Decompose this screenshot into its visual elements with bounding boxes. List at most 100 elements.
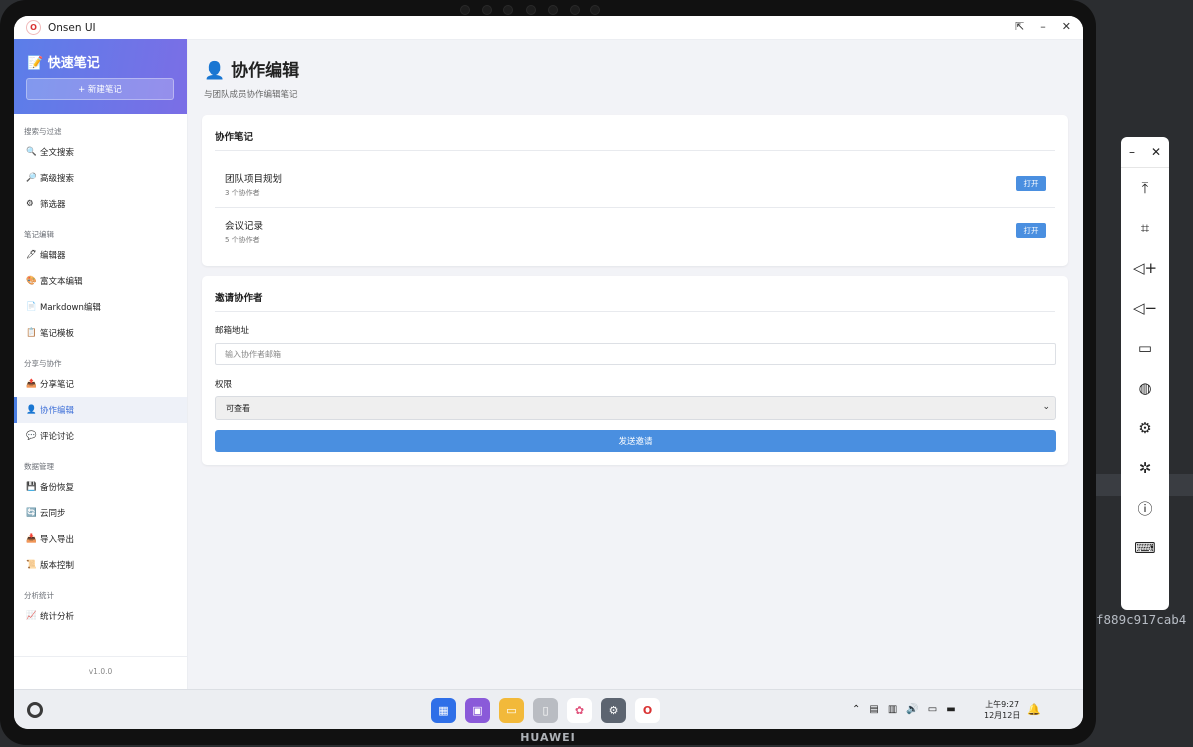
new-note-button[interactable]: + 新建笔记 bbox=[26, 78, 174, 100]
open-note-button[interactable]: 打开 bbox=[1016, 223, 1046, 238]
card-title: 邀请协作者 bbox=[215, 293, 263, 304]
window-titlebar: O Onsen UI ⇱ – ✕ bbox=[14, 16, 1083, 40]
search-icon: 🔍 bbox=[26, 147, 37, 157]
sidebar-item-rich-text[interactable]: 🎨 富文本编辑 bbox=[14, 268, 187, 294]
close-icon[interactable]: ✕ bbox=[1151, 145, 1161, 159]
globe-icon[interactable]: ◍ bbox=[1138, 368, 1151, 408]
toolbar-icons: ⤒ ⌗ ◁+ ◁− ▭ ◍ ⚙ ✲ ⓘ ⌨ bbox=[1121, 168, 1169, 568]
emulator-toolbar: – ✕ ⤒ ⌗ ◁+ ◁− ▭ ◍ ⚙ ✲ ⓘ ⌨ bbox=[1121, 137, 1169, 610]
battery-icon[interactable]: ▭ bbox=[1138, 328, 1152, 368]
sidebar-item-label: Markdown编辑 bbox=[40, 303, 101, 313]
divider bbox=[215, 311, 1055, 312]
app-version: v1.0.0 bbox=[14, 656, 187, 687]
camera-dot bbox=[590, 5, 600, 15]
camera-dot bbox=[570, 5, 580, 15]
bug-icon[interactable]: ✲ bbox=[1139, 448, 1152, 488]
email-field[interactable]: 输入协作者邮箱 bbox=[215, 343, 1056, 365]
crop-icon[interactable]: ⌗ bbox=[1141, 208, 1149, 248]
keyboard-icon[interactable]: ⌨ bbox=[1134, 528, 1156, 568]
sidebar-item-markdown[interactable]: 📄 Markdown编辑 bbox=[14, 294, 187, 320]
sidebar-item-label: 备份恢复 bbox=[40, 483, 75, 493]
onsen-app-icon[interactable]: O bbox=[635, 698, 660, 723]
document-icon: 📄 bbox=[26, 302, 37, 312]
trash-icon[interactable]: ▯ bbox=[533, 698, 558, 723]
permission-select[interactable]: 可查看 ⌄ bbox=[215, 396, 1056, 420]
sidebar-item-filter[interactable]: ⚙ 筛选器 bbox=[14, 191, 187, 217]
window-controls: ⇱ – ✕ bbox=[1015, 20, 1071, 33]
battery-icon[interactable]: ▬ bbox=[946, 704, 955, 715]
app-grid-icon[interactable]: ▦ bbox=[431, 698, 456, 723]
sidebar-item-label: 统计分析 bbox=[40, 612, 75, 622]
permission-label: 权限 bbox=[215, 380, 233, 390]
magnifier-icon: 🔎 bbox=[26, 173, 37, 183]
invite-card: 邀请协作者 邮箱地址 输入协作者邮箱 权限 可查看 ⌄ 发送邀请 bbox=[202, 276, 1068, 465]
camera-dot bbox=[460, 5, 470, 15]
notification-bell-icon[interactable]: 🔔 bbox=[1027, 703, 1041, 716]
restore-icon[interactable]: ⇱ bbox=[1015, 20, 1024, 33]
close-icon[interactable]: ✕ bbox=[1062, 20, 1071, 33]
clipboard-icon[interactable]: ▥ bbox=[888, 704, 897, 715]
camera-dot bbox=[548, 5, 558, 15]
sidebar-item-label: 富文本编辑 bbox=[40, 277, 83, 287]
sidebar-item-statistics[interactable]: 📈 统计分析 bbox=[14, 603, 187, 629]
section-title-search: 搜索与过滤 bbox=[24, 127, 62, 136]
sidebar-item-collab-edit[interactable]: 👤 协作编辑 bbox=[14, 397, 187, 423]
sidebar-item-label: 版本控制 bbox=[40, 561, 75, 571]
sidebar-item-comments[interactable]: 💬 评论讨论 bbox=[14, 423, 187, 449]
section-title-editing: 笔记编辑 bbox=[24, 230, 54, 239]
sidebar-item-backup[interactable]: 💾 备份恢复 bbox=[14, 474, 187, 500]
tablet-device-frame: HUAWEI O Onsen UI ⇱ – ✕ 📝 快速笔记 + 新建笔记 搜索… bbox=[0, 0, 1096, 745]
volume-up-icon[interactable]: ◁+ bbox=[1133, 248, 1157, 288]
page-title: 👤 协作编辑 bbox=[204, 61, 300, 81]
volume-down-icon[interactable]: ◁− bbox=[1133, 288, 1157, 328]
outbox-icon: 📤 bbox=[26, 379, 37, 389]
background-hash-text: f889c917cab4 bbox=[1096, 612, 1187, 627]
files-icon[interactable]: ▭ bbox=[499, 698, 524, 723]
sidebar-item-cloud-sync[interactable]: 🔄 云同步 bbox=[14, 500, 187, 526]
screen: O Onsen UI ⇱ – ✕ 📝 快速笔记 + 新建笔记 搜索与过滤 🔍 全文… bbox=[14, 16, 1083, 729]
section-title-sharing: 分享与协作 bbox=[24, 359, 62, 368]
sidebar-item-label: 评论讨论 bbox=[40, 432, 75, 442]
divider bbox=[215, 150, 1055, 151]
display-icon[interactable]: ▭ bbox=[928, 704, 937, 715]
camera-dot bbox=[526, 5, 536, 15]
camera-dot bbox=[503, 5, 513, 15]
pin-top-icon[interactable]: ⤒ bbox=[1142, 168, 1149, 208]
sidebar-item-label: 协作编辑 bbox=[40, 406, 75, 416]
send-invite-button[interactable]: 发送邀请 bbox=[215, 430, 1056, 452]
sidebar-item-label: 云同步 bbox=[40, 509, 66, 519]
note-name: 团队项目规划 bbox=[225, 174, 283, 185]
chevron-up-icon[interactable]: ⌃ bbox=[852, 704, 860, 715]
sidebar-item-label: 高级搜索 bbox=[40, 174, 75, 184]
sidebar-item-advanced-search[interactable]: 🔎 高级搜索 bbox=[14, 165, 187, 191]
minimize-icon[interactable]: – bbox=[1040, 20, 1046, 33]
sidebar-item-editor[interactable]: 🖊 编辑器 bbox=[14, 242, 187, 268]
volume-icon[interactable]: 🔊 bbox=[906, 704, 918, 715]
gear-icon[interactable]: ⚙ bbox=[1138, 408, 1151, 448]
minimize-icon[interactable]: – bbox=[1129, 145, 1135, 159]
input-method-icon[interactable]: ▤ bbox=[869, 704, 878, 715]
divider bbox=[215, 207, 1055, 208]
sidebar-item-label: 全文搜索 bbox=[40, 148, 75, 158]
clock[interactable]: 上午9:27 12月12日 bbox=[984, 699, 1020, 721]
gallery-icon[interactable]: ✿ bbox=[567, 698, 592, 723]
floppy-icon: 💾 bbox=[26, 482, 37, 492]
sidebar-item-label: 笔记模板 bbox=[40, 329, 75, 339]
sidebar-item-templates[interactable]: 📋 笔记模板 bbox=[14, 320, 187, 346]
device-brand: HUAWEI bbox=[520, 731, 576, 744]
section-title-analytics: 分析统计 bbox=[24, 591, 54, 600]
info-icon[interactable]: ⓘ bbox=[1137, 488, 1152, 528]
sidebar-item-import-export[interactable]: 📥 导入导出 bbox=[14, 526, 187, 552]
sidebar-item-version-control[interactable]: 📜 版本控制 bbox=[14, 552, 187, 578]
multitask-icon[interactable]: ▣ bbox=[465, 698, 490, 723]
note-collaborator-count: 5 个协作者 bbox=[225, 236, 260, 244]
sidebar-item-share[interactable]: 📤 分享笔记 bbox=[14, 371, 187, 397]
assistant-icon[interactable] bbox=[27, 702, 43, 718]
settings-icon[interactable]: ⚙ bbox=[601, 698, 626, 723]
open-note-button[interactable]: 打开 bbox=[1016, 176, 1046, 191]
system-tray: ⌃ ▤ ▥ 🔊 ▭ ▬ bbox=[852, 704, 956, 715]
note-name: 会议记录 bbox=[225, 221, 264, 232]
scroll-icon: 📜 bbox=[26, 560, 37, 570]
sidebar-item-fulltext-search[interactable]: 🔍 全文搜索 bbox=[14, 139, 187, 165]
app-logo-icon: O bbox=[26, 20, 41, 35]
